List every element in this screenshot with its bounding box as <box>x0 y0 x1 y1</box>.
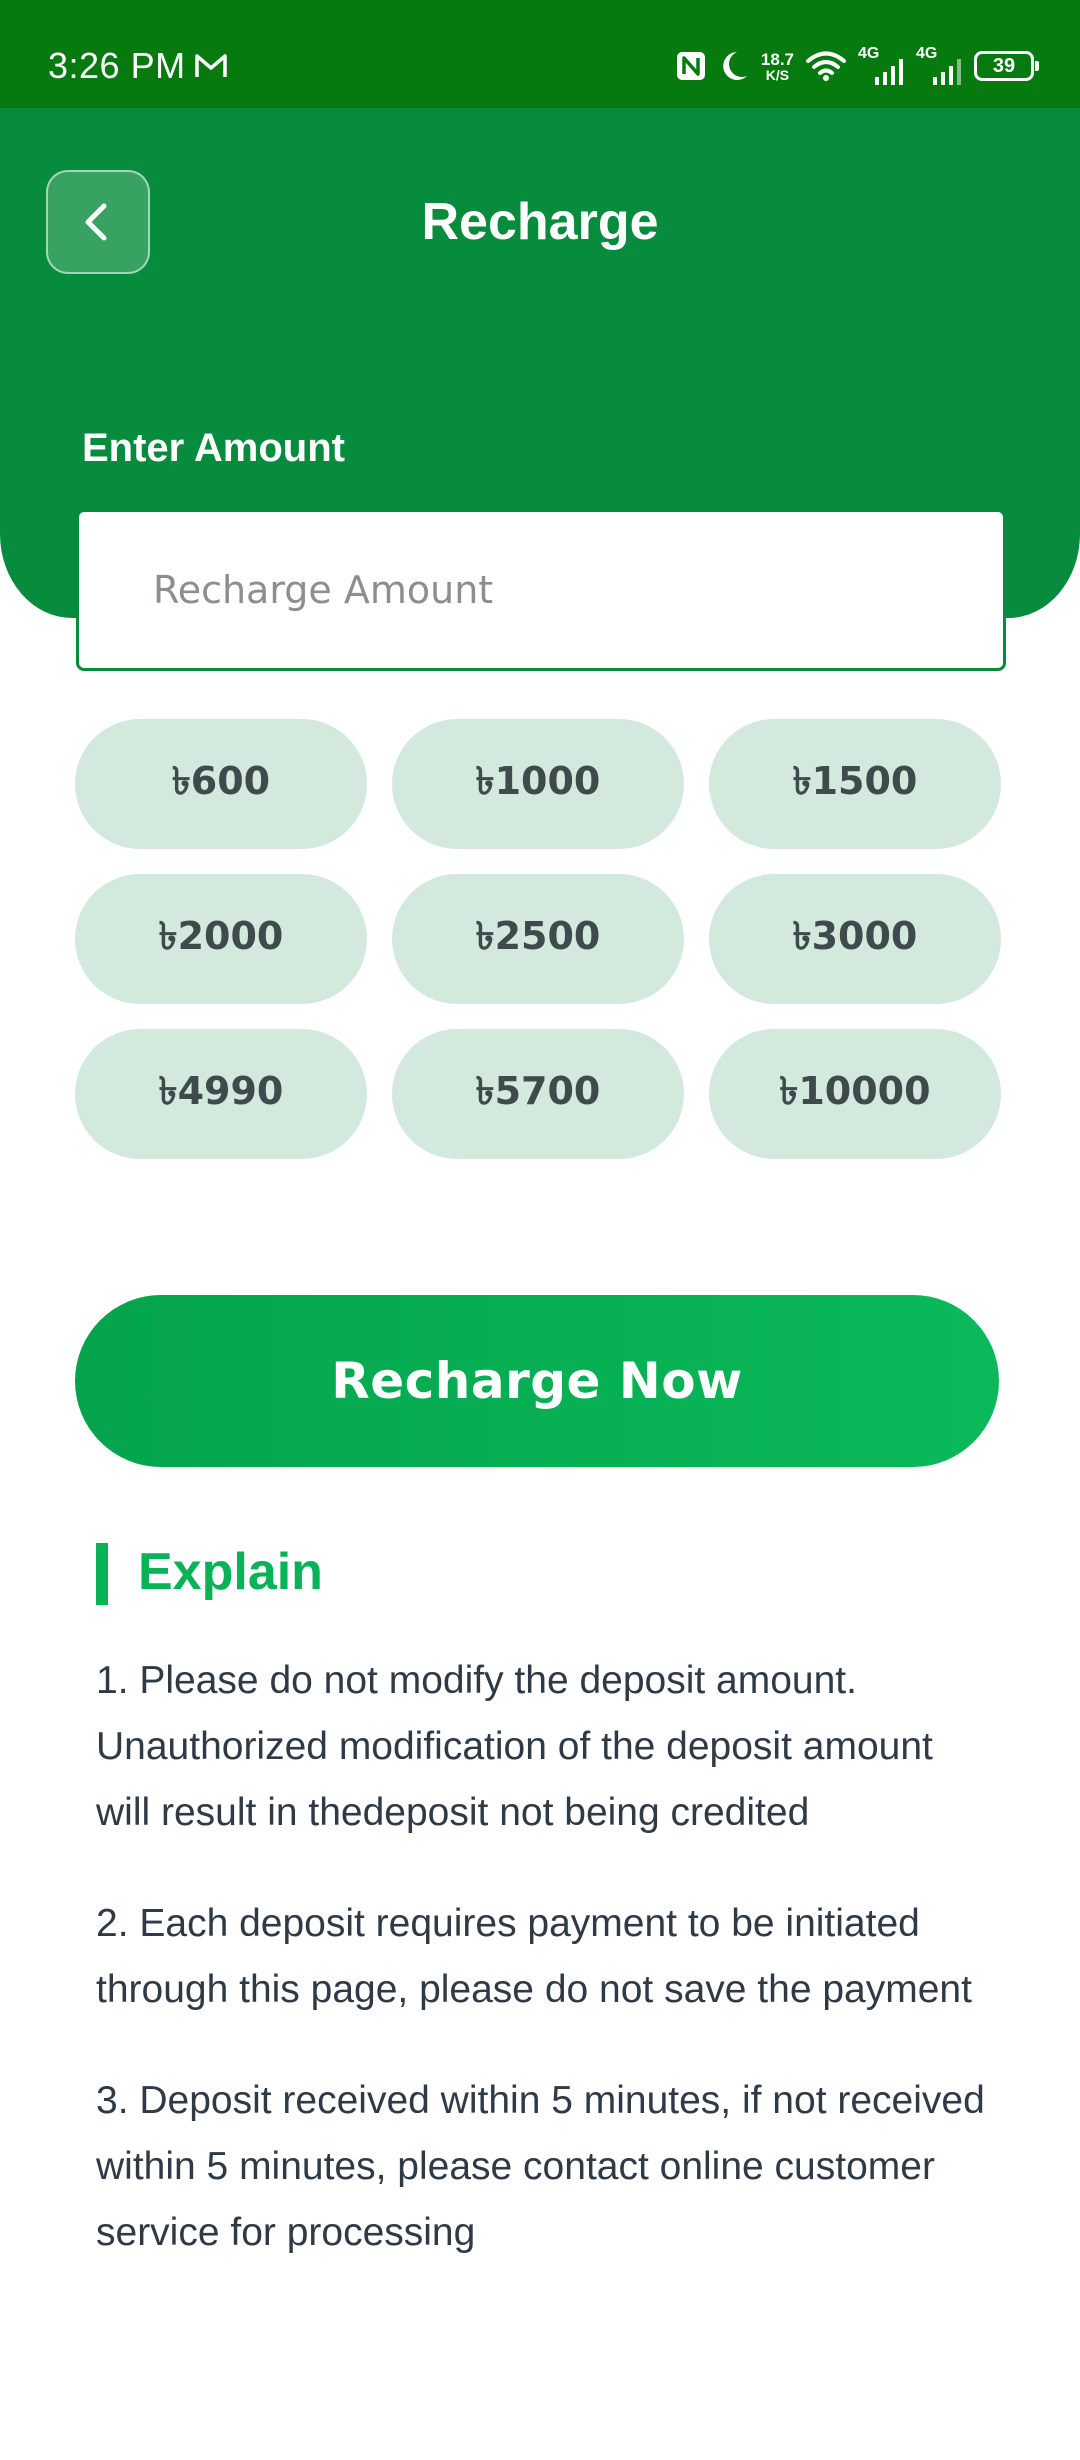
signal-icon <box>933 59 961 85</box>
network-speed: 18.7 K/S <box>761 51 794 82</box>
preset-amount-5700[interactable]: ৳5700 <box>392 1029 684 1159</box>
preset-amount-1500[interactable]: ৳1500 <box>709 719 1001 849</box>
preset-amount-1000[interactable]: ৳1000 <box>392 719 684 849</box>
battery-icon: 39 <box>974 51 1039 81</box>
network-speed-value: 18.7 <box>760 49 794 69</box>
explain-item: 2. Each deposit requires payment to be i… <box>96 1902 972 2011</box>
status-time: 3:26 PM <box>48 45 186 86</box>
preset-amount-3000[interactable]: ৳3000 <box>709 874 1001 1004</box>
battery-level: 39 <box>992 55 1016 77</box>
preset-amount-10000[interactable]: ৳10000 <box>709 1029 1001 1159</box>
explain-accent-bar <box>96 1543 108 1605</box>
moon-icon <box>723 52 747 80</box>
preset-amount-600[interactable]: ৳600 <box>75 719 367 849</box>
preset-amount-2500[interactable]: ৳2500 <box>392 874 684 1004</box>
preset-amounts: ৳600 ৳1000 ৳1500 ৳2000 ৳2500 ৳3000 ৳4990… <box>75 719 1001 1159</box>
explain-title: Explain <box>138 1543 323 1601</box>
cell-signal-1: 4G <box>858 46 904 86</box>
cell-signal-2: 4G <box>916 46 962 86</box>
recharge-amount-input[interactable] <box>76 509 1006 671</box>
status-icons: 18.7 K/S 4G 4G 39 <box>675 44 1039 88</box>
explain-item: 1. Please do not modify the deposit amou… <box>96 1659 933 1834</box>
wifi-icon <box>806 51 846 81</box>
explain-list: 1. Please do not modify the deposit amou… <box>96 1648 996 2311</box>
network-speed-unit: K/S <box>765 66 790 83</box>
signal-icon <box>875 59 903 85</box>
page-title: Recharge <box>421 193 659 251</box>
status-bar: 3:26 PM 18.7 K/S 4G 4G 39 <box>0 0 1080 108</box>
explain-item: 3. Deposit received within 5 minutes, if… <box>96 2079 985 2254</box>
preset-amount-2000[interactable]: ৳2000 <box>75 874 367 1004</box>
mail-icon <box>195 54 227 77</box>
preset-amount-4990[interactable]: ৳4990 <box>75 1029 367 1159</box>
recharge-now-button[interactable]: Recharge Now <box>75 1295 999 1467</box>
nfc-icon <box>676 52 705 80</box>
amount-label: Enter Amount <box>82 426 345 470</box>
